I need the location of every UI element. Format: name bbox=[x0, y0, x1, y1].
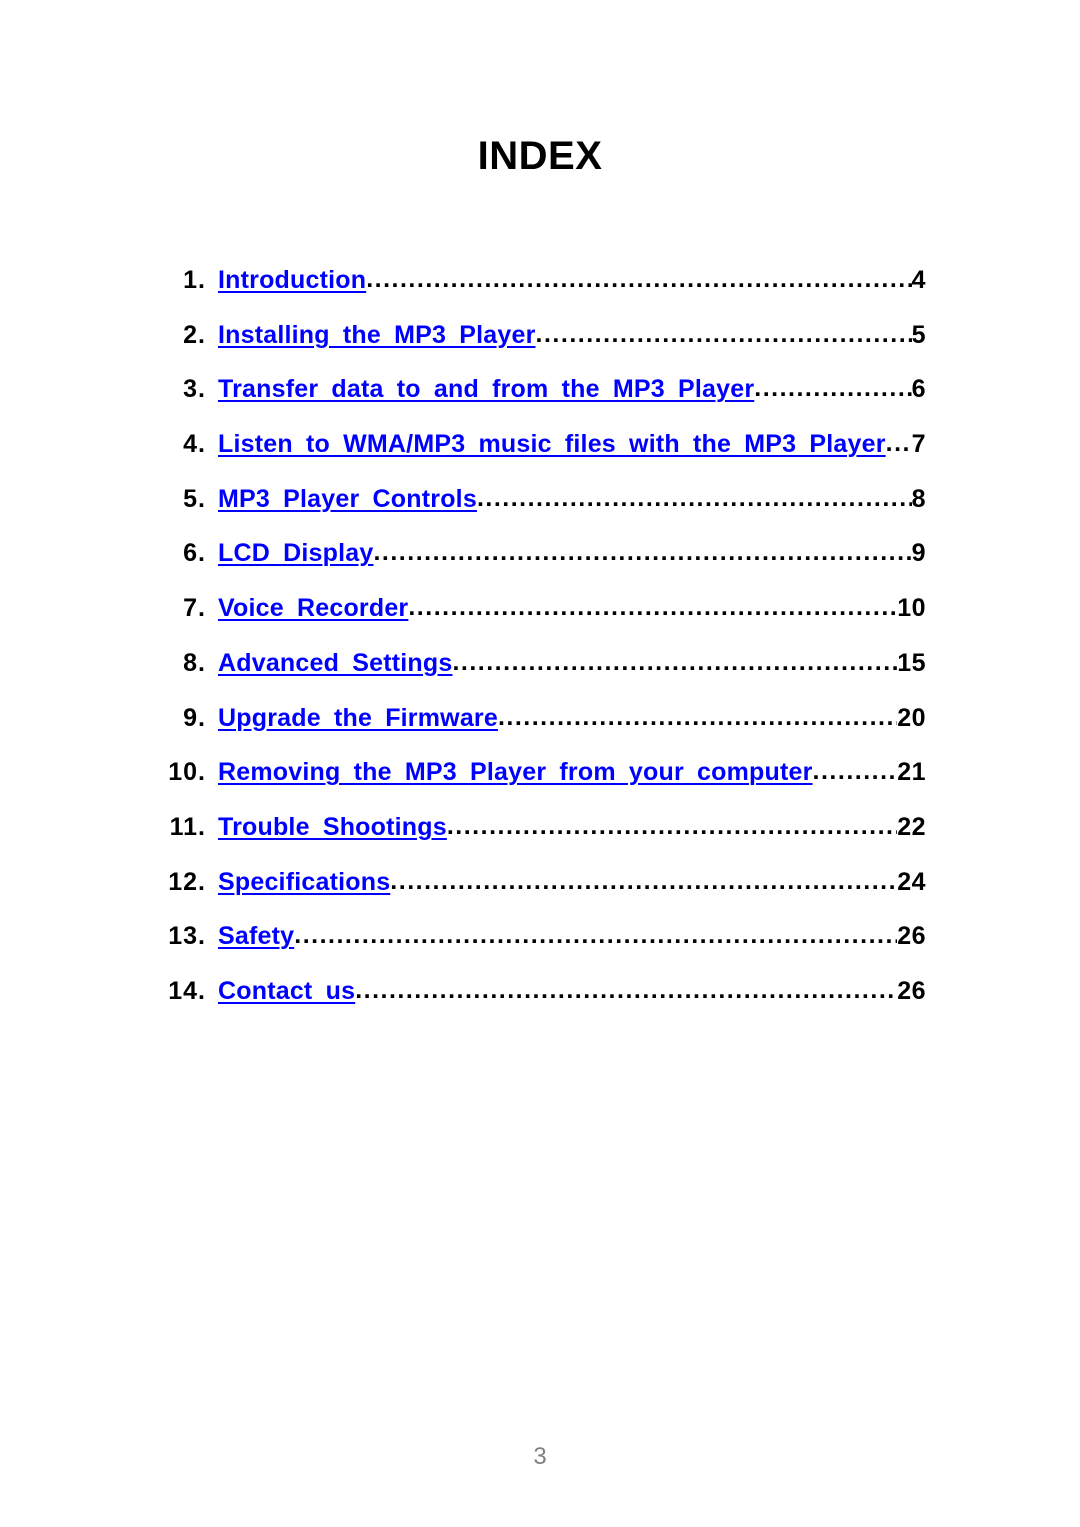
page-number-footer: 3 bbox=[533, 1443, 547, 1470]
toc-entry-link[interactable]: Introduction bbox=[218, 266, 366, 295]
toc-leader-dots bbox=[366, 265, 911, 294]
toc-entry-page-number: 8 bbox=[911, 484, 926, 513]
toc-entry-link[interactable]: Specifications bbox=[218, 868, 390, 897]
toc-entry-number: 8. bbox=[183, 648, 206, 677]
toc-entry-page-number: 7 bbox=[911, 430, 926, 459]
toc-entry-number: 4. bbox=[183, 430, 206, 459]
toc-entry[interactable]: 8. Advanced Settings 15 bbox=[160, 649, 926, 704]
toc-entry-number: 5. bbox=[183, 484, 206, 513]
toc-leader-dots bbox=[390, 867, 897, 896]
toc-entry-page-number: 20 bbox=[897, 703, 926, 732]
toc-entry-number: 14. bbox=[168, 976, 206, 1005]
toc-entry[interactable]: 5. MP3 Player Controls 8 bbox=[160, 485, 926, 540]
toc-entry-number: 2. bbox=[183, 320, 206, 349]
toc-entry-page-number: 26 bbox=[897, 922, 926, 951]
toc-entry-page-number: 4 bbox=[911, 266, 926, 294]
toc-leader-dots bbox=[294, 921, 897, 950]
toc-leader-dots bbox=[477, 484, 912, 513]
toc-entry-page-number: 21 bbox=[897, 758, 926, 787]
toc-entry[interactable]: 3. Transfer data to and from the MP3 Play… bbox=[160, 375, 926, 430]
toc-leader-dots bbox=[754, 374, 911, 403]
toc-entry[interactable]: 4. Listen to WMA/MP3 music files with the… bbox=[160, 430, 926, 485]
toc-entry[interactable]: 1. Introduction 4 bbox=[160, 266, 926, 321]
toc-leader-dots bbox=[408, 593, 897, 622]
toc-entry-page-number: 5 bbox=[911, 320, 926, 349]
toc-entry[interactable]: 14. Contact us 26 bbox=[160, 977, 926, 1032]
toc-leader-dots bbox=[355, 976, 897, 1005]
toc-entry-link[interactable]: Removing the MP3 Player from your comput… bbox=[218, 758, 813, 787]
toc-leader-dots bbox=[498, 703, 897, 732]
toc-entry-number: 1. bbox=[183, 266, 206, 294]
toc-entry-number: 10. bbox=[168, 758, 206, 787]
toc-entry-number: 13. bbox=[168, 922, 206, 951]
toc-entry[interactable]: 9. Upgrade the Firmware 20 bbox=[160, 704, 926, 759]
toc-entry-page-number: 24 bbox=[897, 867, 926, 896]
toc-entry-link[interactable]: Listen to WMA/MP3 music files with the M… bbox=[218, 430, 886, 459]
toc-entry-number: 9. bbox=[183, 703, 206, 732]
toc-entry-page-number: 6 bbox=[911, 375, 926, 404]
toc-entry-link[interactable]: Advanced Settings bbox=[218, 649, 452, 678]
toc-entry-page-number: 22 bbox=[897, 812, 926, 841]
toc-entry-link[interactable]: Voice Recorder bbox=[218, 594, 408, 623]
toc-entry-link[interactable]: Contact us bbox=[218, 977, 355, 1006]
toc-entry-link[interactable]: Upgrade the Firmware bbox=[218, 704, 498, 733]
toc-entry[interactable]: 11. Trouble Shootings 22 bbox=[160, 813, 926, 868]
toc-entry-link[interactable]: MP3 Player Controls bbox=[218, 485, 477, 514]
toc-leader-dots bbox=[447, 812, 897, 841]
toc-leader-dots bbox=[452, 648, 897, 677]
toc-leader-dots bbox=[886, 429, 912, 458]
toc-entry-link[interactable]: Safety bbox=[218, 922, 294, 951]
toc-entry-page-number: 26 bbox=[897, 976, 926, 1005]
toc-entry[interactable]: 6. LCD Display 9 bbox=[160, 539, 926, 594]
toc-entry-number: 3. bbox=[183, 375, 206, 404]
toc-leader-dots bbox=[373, 538, 911, 567]
table-of-contents: 1. Introduction 4 2. Installing the MP3 Pla… bbox=[160, 266, 926, 1032]
page-title: INDEX bbox=[477, 134, 603, 178]
toc-entry-page-number: 9 bbox=[911, 539, 926, 568]
toc-entry-link[interactable]: Transfer data to and from the MP3 Player bbox=[218, 375, 754, 404]
toc-leader-dots bbox=[536, 320, 912, 349]
toc-entry[interactable]: 10. Removing the MP3 Player from your com… bbox=[160, 758, 926, 813]
toc-entry-number: 7. bbox=[183, 594, 206, 623]
toc-entry-link[interactable]: Trouble Shootings bbox=[218, 813, 447, 842]
toc-entry[interactable]: 12. Specifications 24 bbox=[160, 868, 926, 923]
toc-entry[interactable]: 7. Voice Recorder 10 bbox=[160, 594, 926, 649]
toc-entry-number: 11. bbox=[169, 812, 206, 841]
toc-entry-page-number: 10 bbox=[897, 594, 926, 623]
toc-entry-number: 12. bbox=[168, 867, 206, 896]
toc-entry[interactable]: 13. Safety 26 bbox=[160, 922, 926, 977]
toc-entry-number: 6. bbox=[183, 539, 206, 568]
toc-entry-page-number: 15 bbox=[897, 648, 926, 677]
toc-entry[interactable]: 2. Installing the MP3 Player 5 bbox=[160, 321, 926, 376]
toc-leader-dots bbox=[813, 757, 898, 786]
document-page: INDEX 1. Introduction 4 2. Installing the M… bbox=[0, 0, 1080, 1527]
toc-entry-link[interactable]: Installing the MP3 Player bbox=[218, 321, 536, 350]
toc-entry-link[interactable]: LCD Display bbox=[218, 539, 373, 568]
